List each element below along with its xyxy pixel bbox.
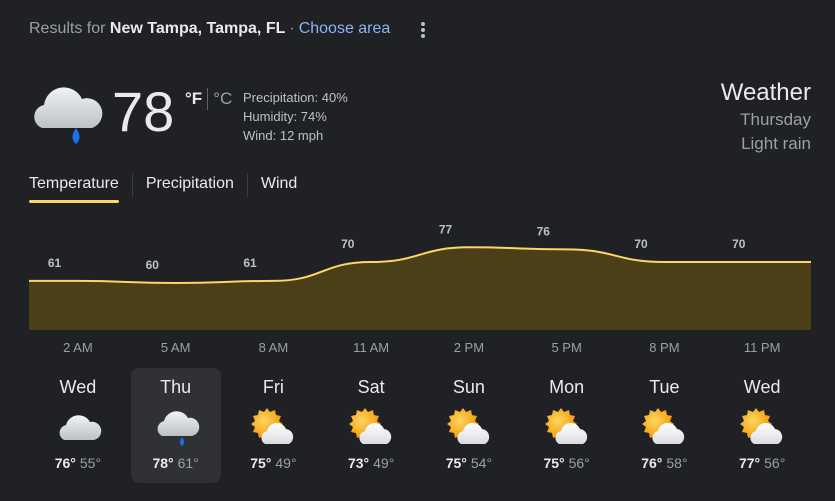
high-temp: 78°: [152, 455, 174, 471]
day-temps: 78° 61°: [131, 454, 221, 472]
temperature-data-label: 70: [732, 237, 746, 251]
partly-cloudy-icon: [738, 404, 786, 452]
day-name: Tue: [649, 377, 680, 397]
day-card-thu[interactable]: Thu 78° 61°: [130, 368, 221, 483]
day-name: Mon: [549, 377, 585, 397]
partly-cloudy-icon: [543, 404, 591, 452]
daily-forecast: Wed 76° 55° Thu 78° 61° Fri 75° 49° Sat 73° 49° Sun 7…: [29, 368, 811, 483]
temperature-data-label: 76: [537, 224, 551, 238]
results-header: Results for New Tampa, Tampa, FL · Choose …: [29, 20, 390, 38]
day-temps: 76° 55°: [33, 454, 123, 472]
current-temperature: 78: [112, 80, 175, 143]
low-temp: 61°: [177, 455, 199, 471]
tab-divider: [131, 173, 133, 197]
day-name: Wed: [59, 377, 97, 397]
temperature-data-label: 70: [341, 237, 355, 251]
day-temps: 75° 49°: [228, 454, 318, 472]
low-temp: 54°: [470, 455, 493, 471]
partly-cloudy-icon: [249, 404, 297, 452]
temperature-data-label: 70: [634, 237, 648, 251]
wind-text: Wind: 12 mph: [243, 128, 324, 143]
low-temp: 58°: [666, 455, 688, 471]
day-name: Wed: [743, 377, 781, 397]
high-temp: 75°: [250, 455, 272, 471]
low-temp: 56°: [764, 455, 786, 471]
time-label: 2 PM: [453, 340, 485, 355]
day-name: Sun: [452, 377, 485, 397]
chart-tabs: Temperature Precipitation Wind: [29, 172, 297, 206]
weather-title: Weather: [720, 79, 811, 106]
more-options-icon[interactable]: [415, 20, 431, 40]
time-label: 11 PM: [743, 340, 781, 355]
time-label: 8 PM: [649, 340, 680, 355]
day-card-sat[interactable]: Sat 73° 49°: [326, 368, 416, 483]
fahrenheit-toggle[interactable]: °F: [185, 89, 202, 109]
unit-switcher: °F °C: [185, 88, 232, 110]
weather-day: Thursday: [740, 110, 811, 129]
day-temps: 77° 56°: [717, 454, 807, 472]
day-card-fri[interactable]: Fri 75° 49°: [228, 368, 318, 483]
tab-precipitation[interactable]: Precipitation: [146, 175, 234, 203]
cloudy-icon: [54, 404, 102, 452]
temperature-data-label: 61: [243, 256, 257, 270]
temperature-data-label: 77: [439, 222, 453, 236]
partly-cloudy-icon: [347, 404, 395, 452]
rain-cloud-icon: [152, 404, 200, 452]
rain-cloud-icon: [34, 87, 103, 144]
choose-area-link[interactable]: Choose area: [299, 20, 391, 37]
tab-temperature[interactable]: Temperature: [29, 175, 119, 203]
low-temp: 56°: [568, 455, 590, 471]
day-temps: 75° 54°: [424, 454, 514, 472]
tab-wind[interactable]: Wind: [261, 175, 297, 203]
day-temps: 75° 56°: [522, 454, 612, 472]
high-temp: 76°: [54, 455, 76, 471]
day-card-tue[interactable]: Tue 76° 58°: [619, 368, 709, 483]
celsius-toggle[interactable]: °C: [213, 89, 232, 109]
day-card-wed[interactable]: Wed 76° 55°: [33, 368, 123, 483]
day-card-mon[interactable]: Mon 75° 56°: [522, 368, 612, 483]
humidity-text: Humidity: 74%: [243, 109, 327, 124]
high-temp: 73°: [347, 455, 370, 471]
day-temps: 73° 49°: [326, 454, 416, 472]
time-label: 8 AM: [258, 340, 289, 355]
weather-condition: Light rain: [741, 134, 811, 153]
weather-summary: Weather Thursday Light rain: [721, 78, 811, 156]
time-label: 2 AM: [63, 340, 93, 355]
low-temp: 49°: [275, 455, 297, 471]
tab-divider: [246, 173, 248, 197]
day-temps: 76° 58°: [619, 454, 709, 472]
separator-dot: ·: [289, 20, 295, 37]
partly-cloudy-icon: [445, 404, 493, 452]
weather-details: Precipitation: 40% Humidity: 74% Wind: 1…: [243, 88, 348, 145]
high-temp: 75°: [445, 455, 467, 471]
time-label: 5 AM: [160, 340, 191, 355]
temperature-data-label: 60: [146, 258, 160, 272]
precipitation-text: Precipitation: 40%: [243, 90, 348, 105]
day-name: Sat: [357, 377, 385, 397]
temperature-data-label: 61: [48, 256, 62, 270]
results-prefix: Results for: [29, 20, 106, 37]
day-card-sun[interactable]: Sun 75° 54°: [424, 368, 514, 483]
day-name: Thu: [160, 377, 192, 397]
time-axis: 2 AM 5 AM 8 AM 11 AM 2 PM 5 PM 8 PM 11 PM: [29, 340, 811, 360]
day-name: Fri: [262, 377, 284, 397]
high-temp: 77°: [738, 455, 761, 471]
low-temp: 49°: [373, 455, 395, 471]
partly-cloudy-icon: [640, 404, 688, 452]
unit-divider: [207, 88, 209, 110]
time-label: 11 AM: [353, 340, 390, 355]
high-temp: 76°: [641, 455, 663, 471]
time-label: 5 PM: [551, 340, 582, 355]
low-temp: 55°: [79, 455, 102, 471]
day-card-wed[interactable]: Wed 77° 56°: [717, 368, 807, 483]
high-temp: 75°: [543, 455, 565, 471]
temperature-chart: 61 60 61 70 77 76 70 70: [29, 222, 811, 330]
location-name: New Tampa, Tampa, FL: [109, 20, 286, 37]
